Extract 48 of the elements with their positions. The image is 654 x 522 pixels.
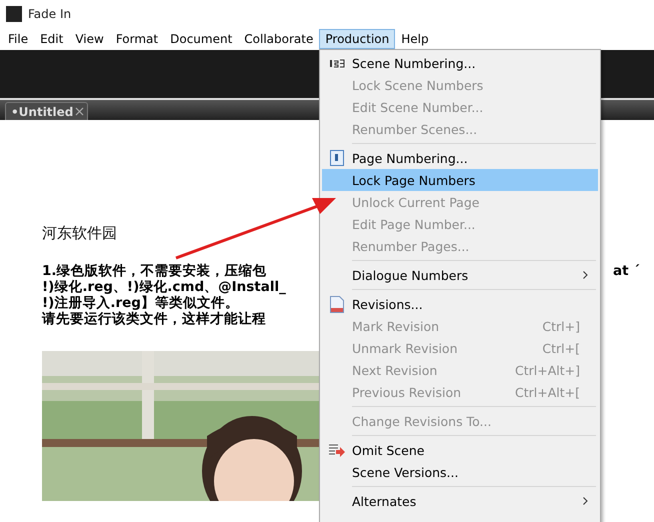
menu-item-label: Unlock Current Page (352, 194, 480, 210)
menu-item[interactable]: Revisions... (322, 293, 598, 315)
menu-item-label: Unmark Revision (352, 340, 458, 356)
menu-item[interactable]: Scene Numbering... (322, 52, 598, 74)
menu-title[interactable]: Help (395, 29, 435, 49)
shortcut-label: Ctrl+[ (542, 340, 580, 356)
tab-label: •Untitled (11, 104, 74, 118)
document-heading: 河东软件园 (42, 224, 117, 243)
menu-item-label: Scene Versions... (352, 464, 460, 480)
shortcut-label: Ctrl+] (542, 318, 580, 334)
menu-item-label: Lock Page Numbers (352, 172, 476, 188)
menu-item-label: Scene Numbering... (352, 56, 477, 70)
menu-item-label: Renumber Scenes... (352, 122, 478, 136)
menu-item[interactable]: Lock Page Numbers (322, 169, 598, 191)
menu-title[interactable]: Production (319, 29, 396, 49)
menu-item[interactable]: Scene Versions... (322, 461, 598, 483)
menu-title[interactable]: Format (110, 29, 164, 49)
menu-item-label: Edit Scene Number... (352, 100, 484, 114)
document-tab[interactable]: •Untitled (5, 102, 88, 120)
menu-item-label: Next Revision (352, 362, 438, 378)
menu-item[interactable]: Dialogue Numbers (322, 264, 598, 286)
menu-item[interactable]: Alternates (322, 490, 598, 512)
document-text: !)注册导入.reg】等类似文件。 (42, 295, 239, 311)
document-text: 1.绿色版软件，不需要安装，压缩包 (42, 263, 267, 279)
menu-item-label: Omit Scene (352, 442, 426, 458)
menu-title[interactable]: Document (164, 29, 238, 49)
document-text: !)绿化.reg、!)绿化.cmd、@Install_ (42, 279, 286, 295)
menu-item[interactable]: Page Numbering... (322, 147, 598, 169)
menu-item-label: Edit Page Number... (352, 216, 476, 232)
menu-title[interactable]: Collaborate (238, 29, 320, 49)
menu-item-label: Alternates (352, 494, 418, 508)
document-text: at ´ (612, 263, 640, 279)
menu-item-label: Dialogue Numbers (352, 268, 470, 282)
menu-item-label: Page Numbering... (352, 150, 469, 166)
document-text: 请先要运行该类文件，这样才能让程 (42, 311, 266, 327)
window-title: Fade In (28, 7, 72, 21)
shortcut-label: Ctrl+Alt+[ (515, 384, 580, 400)
menu-title[interactable]: View (69, 29, 110, 49)
menu-item-label: Revisions... (352, 296, 424, 312)
shortcut-label: Ctrl+Alt+] (515, 362, 580, 378)
menu-item-label: Previous Revision (352, 384, 462, 400)
menu-item-label: Change Revisions To... (352, 414, 492, 428)
menu-item-label: Mark Revision (352, 318, 440, 334)
menu-item-label: Lock Scene Numbers (352, 78, 484, 92)
menu-title[interactable]: Edit (34, 29, 70, 49)
menu-item-label: Renumber Pages... (352, 238, 470, 254)
menu-item[interactable]: Omit Scene (322, 439, 598, 461)
menu-title[interactable]: File (2, 29, 34, 49)
